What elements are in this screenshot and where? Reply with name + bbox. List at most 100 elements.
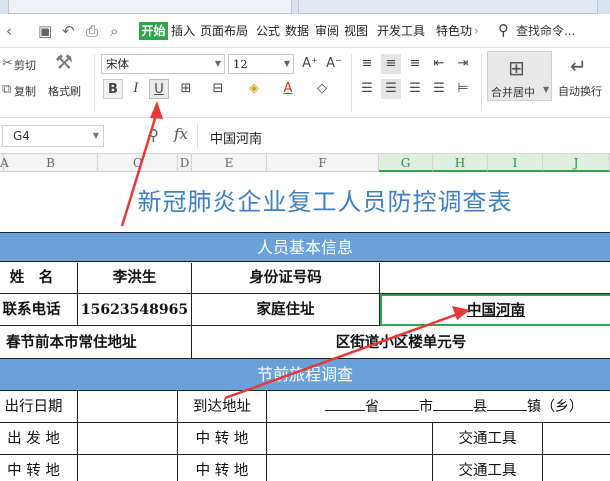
cell-transfer-value-2[interactable] xyxy=(78,455,178,481)
column-header-d[interactable]: D xyxy=(178,154,192,172)
increase-font-icon[interactable]: A⁺ xyxy=(300,54,320,74)
town-label: 镇（乡） xyxy=(527,399,583,415)
document-tab[interactable] xyxy=(298,0,598,14)
font-color-icon[interactable]: A xyxy=(278,79,298,99)
formula-content: 中国河南 xyxy=(210,132,263,147)
cell-arrival-label[interactable]: 到达地址 xyxy=(178,391,267,423)
tab-review[interactable]: 审阅 xyxy=(315,23,339,39)
cell-home-label[interactable]: 家庭住址 xyxy=(192,294,380,326)
column-header-g[interactable]: G xyxy=(379,154,433,172)
tab-view[interactable]: 视图 xyxy=(344,23,368,39)
ribbon-toolbar: ✂ 剪切 ⧉ 复制 ⚒ 格式刷 宋体 ▼ 12 ▼ A⁺ A⁻ B I U ⊞ ⊟ … xyxy=(0,48,610,118)
tab-page-layout[interactable]: 页面布局 xyxy=(200,23,248,39)
border-icon[interactable]: ⊞ xyxy=(176,79,196,99)
cell-pre-address-label[interactable]: 春节前本市常住地址 xyxy=(0,326,192,359)
tab-start[interactable]: 开始 xyxy=(139,22,168,40)
copy-button[interactable]: 复制 xyxy=(14,83,36,99)
document-tab-active[interactable] xyxy=(8,0,292,14)
cell-transfer-label-2[interactable]: 中 转 地 xyxy=(0,455,78,481)
cell-name-value[interactable]: 李洪生 xyxy=(78,263,192,294)
cell-pre-address-value[interactable]: 区街道小区楼单元号 xyxy=(192,326,610,359)
cell-transfer-value[interactable] xyxy=(267,423,433,455)
auto-wrap-button[interactable]: 自动换行 xyxy=(558,83,602,99)
font-size-value: 12 xyxy=(233,57,248,71)
cell-arrival-address[interactable]: 省 市 县 镇（乡） xyxy=(267,391,610,423)
italic-button[interactable]: I xyxy=(126,79,146,99)
cell-phone-value[interactable]: 15623548965 xyxy=(78,294,192,326)
section-header-travel[interactable]: 节前旅程调查 xyxy=(0,359,610,391)
cell-id-label[interactable]: 身份证号码 xyxy=(192,263,380,294)
save-icon[interactable]: ▣ xyxy=(38,22,52,40)
cell-transfer-label-3[interactable]: 中 转 地 xyxy=(178,455,267,481)
tab-features[interactable]: 特色功 xyxy=(436,23,472,39)
cell-home-value-selected[interactable]: 中国河南 xyxy=(380,294,610,326)
spreadsheet-grid[interactable]: 新冠肺炎企业复工人员防控调查表 人员基本信息 姓 名 李洪生 身份证号码 联系电… xyxy=(0,172,610,481)
decrease-font-icon[interactable]: A⁻ xyxy=(324,54,344,74)
clear-format-icon[interactable]: ◇ xyxy=(312,79,332,99)
county-label: 县 xyxy=(473,399,487,415)
cell-transport-label[interactable]: 交通工具 xyxy=(433,423,543,455)
format-painter-button[interactable]: 格式刷 xyxy=(48,83,81,99)
print-icon[interactable]: ⎙ xyxy=(86,22,98,40)
column-header-j[interactable]: J xyxy=(543,154,610,172)
align-top-icon[interactable]: ≡ xyxy=(357,54,377,74)
cell-style-icon[interactable]: ⊟ xyxy=(208,79,228,99)
tab-formula[interactable]: 公式 xyxy=(256,23,280,39)
bold-button[interactable]: B xyxy=(103,79,123,99)
search-icon[interactable]: ⚲ xyxy=(498,21,509,39)
zoom-icon[interactable]: ⚲ xyxy=(148,126,159,144)
column-header-e[interactable]: E xyxy=(192,154,267,172)
indent-increase-icon[interactable]: ⇥ xyxy=(453,54,473,74)
cell-travel-date-value[interactable] xyxy=(78,391,178,423)
cell-transfer-label[interactable]: 中 转 地 xyxy=(178,423,267,455)
fx-icon[interactable]: fx xyxy=(174,125,188,143)
merge-center-button[interactable]: ⊞ 合并居中 ▼ xyxy=(487,51,552,101)
tab-data[interactable]: 数据 xyxy=(285,23,309,39)
wrap-text-icon[interactable]: ↵ xyxy=(570,54,587,78)
undo-icon[interactable]: ↶ xyxy=(62,22,75,40)
copy-icon[interactable]: ⧉ xyxy=(2,81,11,99)
column-header-c[interactable]: C xyxy=(98,154,178,172)
section-header-basic-info[interactable]: 人员基本信息 xyxy=(0,232,610,262)
cell-id-value[interactable] xyxy=(380,263,610,294)
name-box[interactable]: G4 ▼ xyxy=(2,125,104,147)
more-tabs-icon[interactable]: › xyxy=(474,23,479,39)
column-header-i[interactable]: I xyxy=(488,154,543,172)
chevron-down-icon: ▼ xyxy=(214,59,221,68)
cell-transport-label-2[interactable]: 交通工具 xyxy=(433,455,543,481)
cell-transfer-value-3[interactable] xyxy=(267,455,433,481)
chevron-left-icon[interactable]: ‹ xyxy=(6,22,12,40)
formula-input[interactable]: 中国河南 xyxy=(197,124,610,148)
scissors-icon[interactable]: ✂ xyxy=(2,55,13,73)
indent-decrease-icon[interactable]: ⇤ xyxy=(429,54,449,74)
align-right-icon[interactable]: ☰ xyxy=(405,79,425,99)
cell-travel-date-label[interactable]: 出行日期 xyxy=(0,391,78,423)
underline-button[interactable]: U xyxy=(149,79,169,99)
font-name-select[interactable]: 宋体 ▼ xyxy=(101,54,225,74)
tab-developer[interactable]: 开发工具 xyxy=(377,23,425,39)
cell-name-label[interactable]: 姓 名 xyxy=(0,263,78,294)
align-bottom-icon[interactable]: ≡ xyxy=(405,54,425,74)
sheet-title[interactable]: 新冠肺炎企业复工人员防控调查表 xyxy=(0,182,610,217)
cell-transport-value-2[interactable] xyxy=(543,455,610,481)
cell-departure-value[interactable] xyxy=(78,423,178,455)
cut-button[interactable]: 剪切 xyxy=(14,57,36,73)
align-middle-icon[interactable]: ≡ xyxy=(381,54,401,74)
cell-transport-value[interactable] xyxy=(543,423,610,455)
search-command[interactable]: 查找命令... xyxy=(516,23,575,39)
tab-insert[interactable]: 插入 xyxy=(171,23,195,39)
cell-phone-label[interactable]: 联系电话 xyxy=(0,294,78,326)
print-preview-icon[interactable]: ⌕ xyxy=(110,22,118,40)
fill-color-icon[interactable]: ◈ xyxy=(244,79,264,99)
font-size-select[interactable]: 12 ▼ xyxy=(228,54,294,74)
column-header-f[interactable]: F xyxy=(267,154,379,172)
align-center-icon[interactable]: ☰ xyxy=(381,79,401,99)
chevron-down-icon: ▼ xyxy=(543,85,550,94)
distributed-align-icon[interactable]: ⊨ xyxy=(453,79,473,99)
format-painter-icon[interactable]: ⚒ xyxy=(55,52,73,72)
column-header-h[interactable]: H xyxy=(433,154,488,172)
justify-icon[interactable]: ☰ xyxy=(429,79,449,99)
column-header-b[interactable]: B xyxy=(4,154,98,172)
align-left-icon[interactable]: ☰ xyxy=(357,79,377,99)
cell-departure-label[interactable]: 出 发 地 xyxy=(0,423,78,455)
